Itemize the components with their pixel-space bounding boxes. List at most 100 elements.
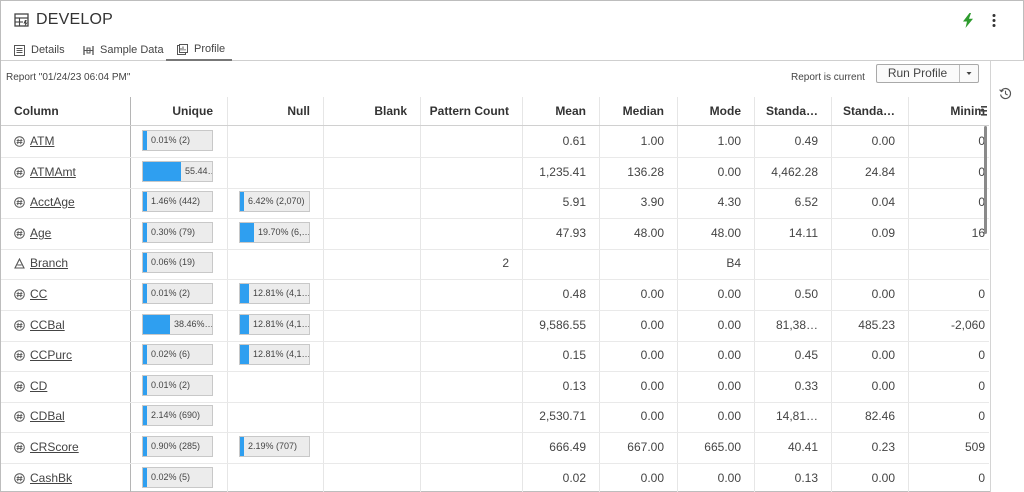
table-row-column-name: AcctAge	[14, 187, 75, 217]
unique-bar: 2.14% (690)	[142, 405, 213, 426]
column-link[interactable]: CashBk	[30, 471, 72, 485]
column-header-min[interactable]: Minim	[908, 97, 989, 125]
column-header-mean[interactable]: Mean	[522, 97, 599, 125]
tab-bar: Details Sample Data Profile	[1, 39, 1024, 61]
cell-std1: 0.45	[794, 348, 818, 362]
column-link[interactable]: AcctAge	[30, 195, 75, 209]
column-header-unique[interactable]: Unique	[130, 97, 227, 125]
cell-median: 3.90	[640, 195, 664, 209]
chevron-down-icon[interactable]	[960, 65, 978, 82]
unique-bar: 38.46%…	[142, 314, 213, 335]
cell-std1: 14,81…	[775, 409, 818, 423]
cell-mode: B4	[726, 256, 741, 270]
cell-std2: 0.00	[871, 348, 895, 362]
numeric-type-icon	[14, 380, 25, 392]
column-header-column[interactable]: Column	[1, 97, 130, 125]
column-link[interactable]: CCBal	[30, 318, 65, 332]
table-icon	[14, 13, 29, 27]
cell-median: 0.00	[640, 348, 664, 362]
column-header-blank[interactable]: Blank	[323, 97, 420, 125]
unique-bar: 0.01% (2)	[142, 130, 213, 151]
tab-details-label: Details	[31, 44, 65, 56]
unique-bar: 0.90% (285)	[142, 436, 213, 457]
column-header-std2[interactable]: Standa…	[831, 97, 908, 125]
column-link[interactable]: CDBal	[30, 409, 65, 423]
numeric-type-icon	[14, 135, 25, 147]
unique-bar-fill	[143, 406, 147, 425]
table-row-column-name: ATM	[14, 126, 54, 156]
cell-mode: 0.00	[717, 409, 741, 423]
column-header-null[interactable]: Null	[227, 97, 323, 125]
cell-std2: 485.23	[858, 318, 895, 332]
null-bar-fill	[240, 223, 254, 242]
cell-mode: 0.00	[717, 471, 741, 485]
column-link[interactable]: CCPurc	[30, 348, 72, 362]
more-options-icon[interactable]	[991, 13, 997, 28]
page-title: DEVELOP	[36, 11, 113, 28]
app-window: DEVELOP Details Sample Data Profile Repo…	[0, 0, 1024, 492]
unique-bar: 0.01% (2)	[142, 283, 213, 304]
column-link[interactable]: Age	[30, 226, 51, 240]
unique-bar-fill	[143, 253, 147, 272]
table-row-column-name: Branch	[14, 248, 68, 278]
unique-bar-fill	[143, 376, 147, 395]
history-icon[interactable]	[999, 87, 1012, 100]
null-bar: 12.81% (4,1…	[239, 314, 310, 335]
null-bar-fill	[240, 315, 249, 334]
cell-mean: 1,235.41	[539, 165, 586, 179]
cell-median: 667.00	[627, 440, 664, 454]
cell-mean: 5.91	[562, 195, 586, 209]
cell-median: 0.00	[640, 318, 664, 332]
column-header-median[interactable]: Median	[599, 97, 677, 125]
column-link[interactable]: CC	[30, 287, 47, 301]
column-link[interactable]: ATMAmt	[30, 165, 76, 179]
cell-mode: 1.00	[717, 134, 741, 148]
cell-mode: 48.00	[710, 226, 741, 240]
column-link[interactable]: Branch	[30, 256, 68, 270]
cell-mean: 47.93	[555, 226, 586, 240]
character-type-icon	[14, 257, 25, 269]
cell-median: 136.28	[627, 165, 664, 179]
cell-mean: 0.48	[562, 287, 586, 301]
unique-bar: 0.02% (5)	[142, 467, 213, 488]
cell-median: 0.00	[640, 379, 664, 393]
cell-median: 0.00	[640, 409, 664, 423]
vertical-scrollbar[interactable]	[984, 126, 987, 234]
column-header-std1[interactable]: Standa…	[754, 97, 831, 125]
cell-min: 0	[978, 409, 985, 423]
null-bar: 12.81% (4,1…	[239, 344, 310, 365]
column-header-pattern-count[interactable]: Pattern Count	[420, 97, 522, 125]
cell-std2: 0.00	[871, 134, 895, 148]
column-link[interactable]: ATM	[30, 134, 54, 148]
cell-min: 0	[978, 348, 985, 362]
column-link[interactable]: CRScore	[30, 440, 79, 454]
tab-sample-data[interactable]: Sample Data	[83, 39, 164, 61]
table-row-column-name: Age	[14, 218, 51, 248]
unique-bar-fill	[143, 345, 147, 364]
column-header-mode[interactable]: Mode	[677, 97, 754, 125]
null-bar-label: 12.81% (4,1…	[253, 319, 310, 329]
lightning-icon[interactable]	[962, 13, 974, 28]
cell-std2: 0.23	[871, 440, 895, 454]
table-row-column-name: CDBal	[14, 401, 65, 431]
null-bar-label: 12.81% (4,1…	[253, 288, 310, 298]
tab-details[interactable]: Details	[14, 39, 65, 61]
unique-bar-fill	[143, 437, 147, 456]
cell-std1: 0.49	[794, 134, 818, 148]
unique-bar-label: 0.90% (285)	[151, 441, 201, 451]
unique-bar-fill	[143, 284, 147, 303]
cell-median: 0.00	[640, 287, 664, 301]
column-menu-icon[interactable]	[981, 106, 987, 116]
cell-min: 16	[971, 226, 985, 240]
numeric-type-icon	[14, 410, 25, 422]
column-link[interactable]: CD	[30, 379, 47, 393]
cell-mode: 0.00	[717, 318, 741, 332]
cell-median: 1.00	[640, 134, 664, 148]
unique-bar-label: 0.02% (6)	[151, 349, 191, 359]
numeric-type-icon	[14, 288, 25, 300]
cell-std1: 14.11	[788, 226, 818, 240]
run-profile-button[interactable]: Run Profile	[877, 65, 958, 82]
cell-mode: 665.00	[704, 440, 741, 454]
null-bar: 12.81% (4,1…	[239, 283, 310, 304]
tab-profile[interactable]: Profile	[166, 39, 232, 61]
